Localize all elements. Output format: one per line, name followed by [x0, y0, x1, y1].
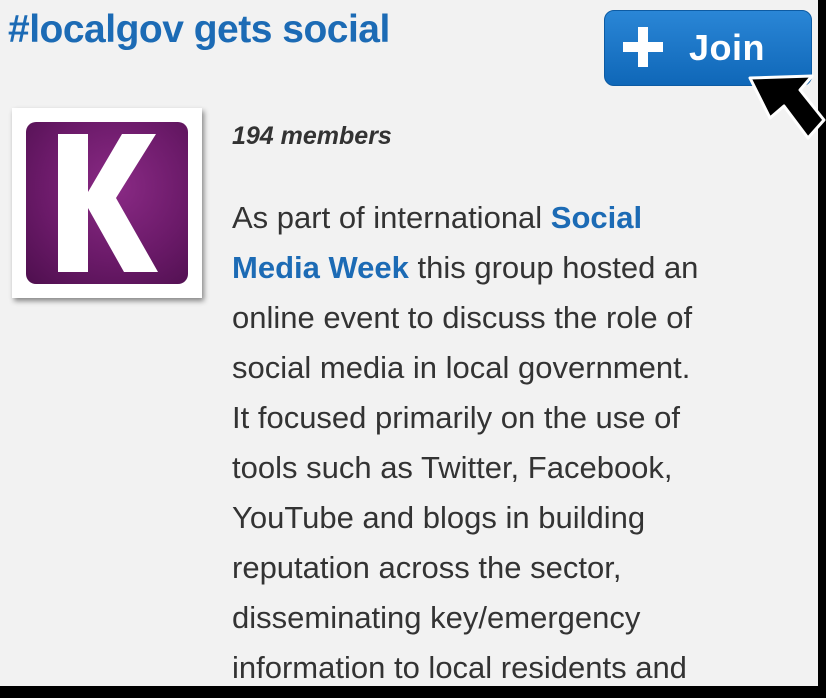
social-media-week-link[interactable]: Media Week [232, 250, 409, 285]
description-line: It focused primarily on the use of [232, 393, 802, 443]
description-line: As part of international Social [232, 193, 802, 243]
description-text: reputation across the sector, [232, 550, 622, 585]
description-text: disseminating key/emergency [232, 600, 641, 635]
description-line: social media in local government. [232, 343, 802, 393]
social-media-week-link[interactable]: Social [551, 200, 642, 235]
description-text: tools such as Twitter, Facebook, [232, 450, 673, 485]
logo-k-letter [58, 134, 158, 272]
member-count: 194 members [232, 122, 392, 150]
logo-background [26, 122, 188, 284]
group-logo[interactable] [12, 108, 202, 298]
plus-icon [623, 27, 663, 67]
description-text: social media in local government. [232, 350, 691, 385]
description-line: reputation across the sector, [232, 543, 802, 593]
description-text: YouTube and blogs in building [232, 500, 646, 535]
group-title[interactable]: #localgov gets social [8, 8, 390, 52]
description-text: It focused primarily on the use of [232, 400, 681, 435]
group-description: As part of international Social Media Wee… [232, 193, 802, 686]
description-line: tools such as Twitter, Facebook, [232, 443, 802, 493]
description-text: As part of international [232, 200, 551, 235]
description-line: YouTube and blogs in building [232, 493, 802, 543]
description-line: Media Week this group hosted an [232, 243, 802, 293]
description-line: disseminating key/emergency [232, 593, 802, 643]
group-card: #localgov gets social Join 194 members A… [0, 0, 818, 686]
description-line: information to local residents and [232, 643, 802, 686]
description-text: information to local residents and [232, 650, 687, 685]
description-text: this group hosted an [408, 250, 699, 285]
description-text: online event to discuss the role of [232, 300, 693, 335]
description-line: online event to discuss the role of [232, 293, 802, 343]
join-button-label: Join [689, 27, 766, 68]
arrow-cursor-icon [748, 74, 826, 140]
